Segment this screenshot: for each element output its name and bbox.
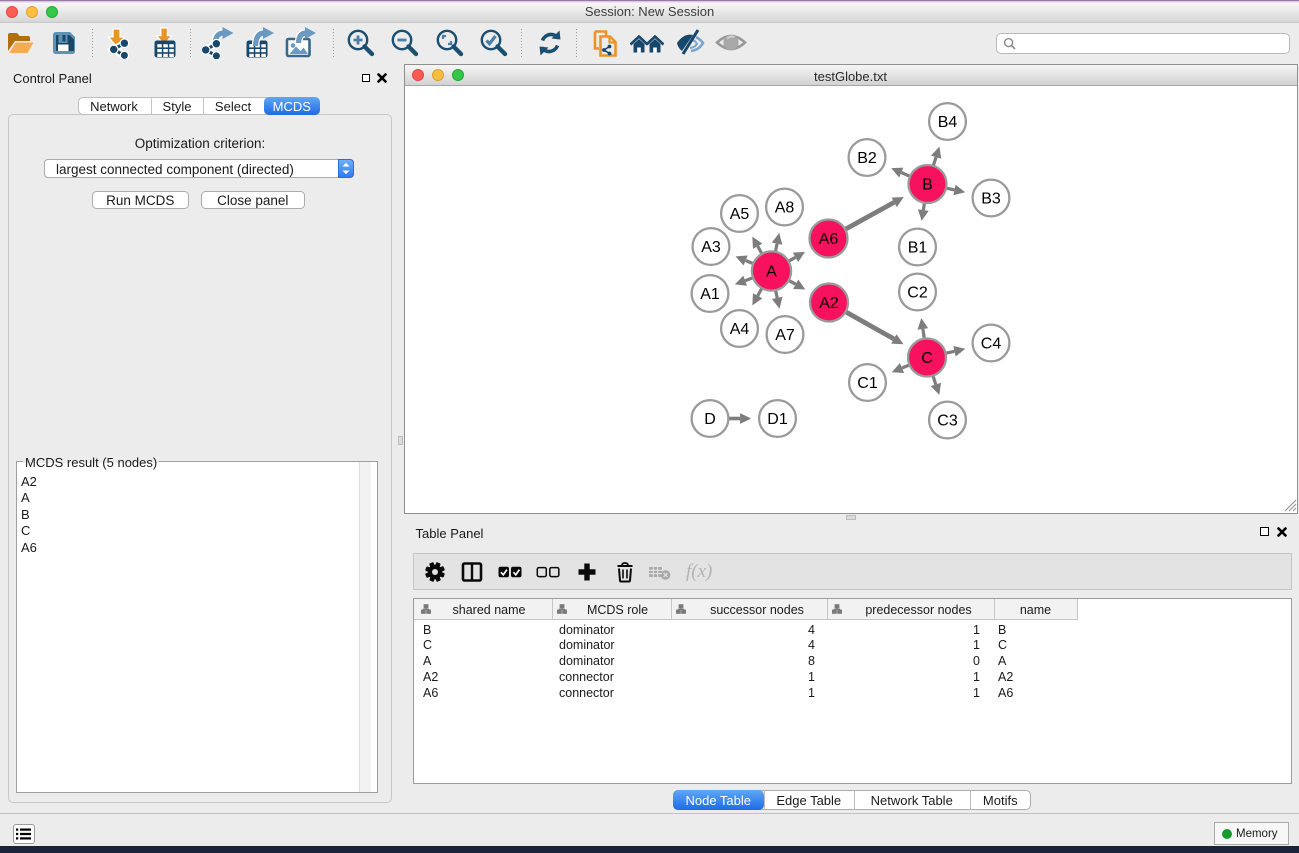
svg-text:A1: A1 xyxy=(700,286,720,303)
svg-text:A: A xyxy=(766,264,777,281)
svg-text:A7: A7 xyxy=(775,327,795,344)
svg-text:B3: B3 xyxy=(981,191,1001,208)
svg-text:C3: C3 xyxy=(937,413,958,430)
svg-text:A6: A6 xyxy=(818,231,838,248)
svg-text:C2: C2 xyxy=(907,285,928,302)
svg-text:B: B xyxy=(922,177,933,194)
svg-text:C4: C4 xyxy=(980,336,1001,353)
svg-text:D: D xyxy=(704,411,716,428)
svg-text:B2: B2 xyxy=(857,150,877,167)
svg-text:C: C xyxy=(921,350,933,367)
svg-text:A4: A4 xyxy=(729,321,749,338)
svg-text:C1: C1 xyxy=(857,375,878,392)
svg-text:A2: A2 xyxy=(819,295,839,312)
svg-text:A8: A8 xyxy=(774,200,794,217)
svg-text:A5: A5 xyxy=(729,206,749,223)
svg-text:B1: B1 xyxy=(907,240,927,257)
svg-text:D1: D1 xyxy=(767,411,788,428)
svg-text:B4: B4 xyxy=(937,114,957,131)
svg-text:A3: A3 xyxy=(701,239,721,256)
